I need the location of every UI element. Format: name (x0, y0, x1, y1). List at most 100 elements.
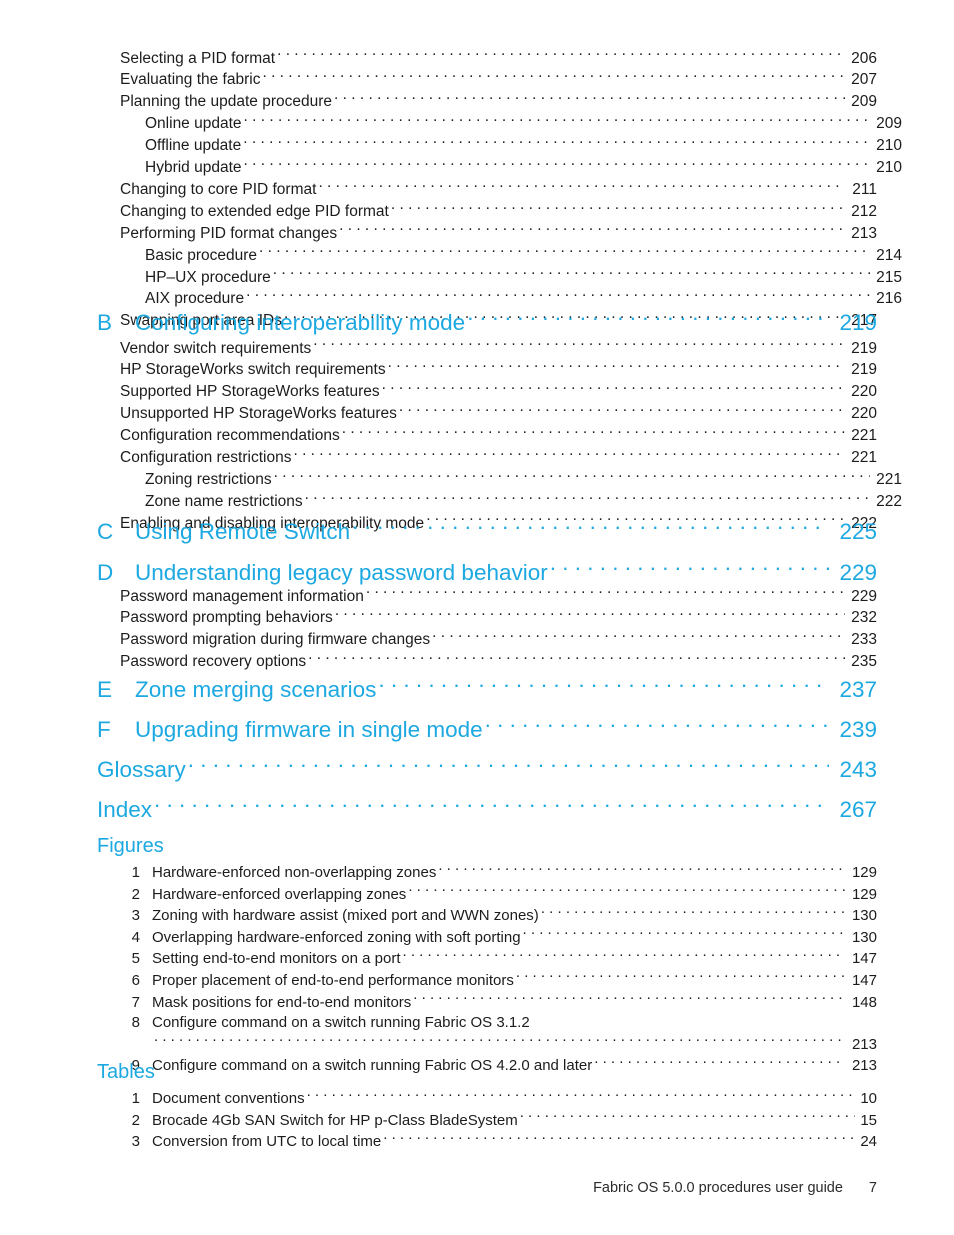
dot-leader (244, 113, 870, 129)
toc-entry[interactable]: Zone name restrictions 222 (120, 490, 902, 512)
toc-entry[interactable]: Configuration restrictions 221 (120, 447, 877, 469)
toc-entry[interactable]: Changing to extended edge PID format 212 (120, 200, 877, 222)
toc-chapter-f[interactable]: F Upgrading firmware in single mode 239 (97, 714, 877, 744)
toc-section-appendix-d-entries: Password management information229Passwo… (120, 585, 877, 673)
figure-caption: Hardware-enforced overlapping zones (152, 885, 407, 903)
toc-entry[interactable]: Supported HP StorageWorks features 220 (120, 381, 877, 403)
figure-list-item[interactable]: 5 Setting end-to-end monitors on a port 14… (110, 948, 877, 970)
figure-page-number: 129 (851, 864, 877, 881)
figure-number: 1 (131, 864, 140, 881)
figure-list-item[interactable]: 9 Configure command on a switch running F… (110, 1055, 877, 1077)
table-caption: Conversion from UTC to local time (152, 1133, 382, 1151)
dot-leader (342, 425, 845, 441)
toc-entry-label: Performing PID format changes (120, 224, 338, 242)
toc-entry[interactable]: Selecting a PID format 206 (120, 47, 877, 69)
toc-entry[interactable]: HP–UX procedure 215 (120, 266, 902, 288)
toc-entry[interactable]: Unsupported HP StorageWorks features 220 (120, 403, 877, 425)
toc-entry-page-number: 219 (851, 339, 877, 357)
toc-entry[interactable]: Planning the update procedure 209 (120, 91, 877, 113)
table-page-number: 10 (860, 1090, 877, 1107)
chapter-letter: B (97, 309, 113, 335)
toc-entry-label: Configuration restrictions (120, 449, 292, 467)
figure-caption: Mask positions for end-to-end monitors (152, 993, 412, 1011)
toc-entry-label: Vendor switch requirements (120, 339, 312, 357)
toc-entry[interactable]: HP StorageWorks switch requirements 219 (120, 359, 877, 381)
figure-list-item[interactable]: 3 Zoning with hardware assist (mixed port… (110, 905, 877, 927)
dot-leader (307, 1088, 855, 1103)
toc-entry[interactable]: Password recovery options 235 (120, 651, 877, 673)
table-number: 3 (131, 1133, 140, 1151)
figure-list-item[interactable]: 4 Overlapping hardware-enforced zoning wi… (110, 927, 877, 949)
figure-caption: Overlapping hardware-enforced zoning wit… (152, 928, 521, 946)
toc-section-appendix-b-entries: Vendor switch requirements 219 HP StorageW… (120, 337, 902, 534)
figure-list-item[interactable]: 8 Configure command on a switch running F… (110, 1013, 877, 1034)
toc-entry[interactable]: Password migration during firmware chang… (120, 629, 877, 651)
toc-entry[interactable]: Changing to core PID format 211 (120, 178, 877, 200)
figure-number: 6 (131, 971, 140, 989)
dot-leader (313, 337, 845, 353)
toc-entry-label: Hybrid update (145, 159, 242, 177)
dot-leader (154, 794, 829, 817)
footer-page-number: 7 (868, 1180, 877, 1196)
toc-glossary[interactable]: Glossary 243 (97, 754, 877, 784)
figure-page-number: 213 (851, 1057, 877, 1075)
dot-leader (399, 403, 845, 419)
table-page-number: 24 (860, 1133, 877, 1151)
toc-entry[interactable]: Online update 209 (120, 113, 902, 135)
chapter-page-number: 239 (839, 716, 877, 742)
glossary-page-number: 243 (839, 756, 877, 782)
toc-entry[interactable]: Basic procedure 214 (120, 244, 902, 266)
chapter-page-number: 225 (839, 518, 877, 544)
figure-list-item[interactable]: 1 Hardware-enforced non-overlapping zones… (110, 862, 877, 884)
toc-entry[interactable]: Configuration recommendations 221 (120, 425, 877, 447)
table-list-item[interactable]: 2 Brocade 4Gb SAN Switch for HP p-Class B… (110, 1110, 877, 1132)
toc-entry-page-number: 213 (851, 224, 877, 242)
toc-chapter-c[interactable]: C Using Remote Switch 225 (97, 516, 877, 546)
figure-list-item[interactable]: 2 Hardware-enforced overlapping zones 129 (110, 884, 877, 906)
toc-chapter-b[interactable]: B Configuring interoperability mode 219 (97, 307, 877, 337)
dot-leader (246, 288, 870, 304)
figures-list: 1 Hardware-enforced non-overlapping zones… (110, 862, 877, 1077)
chapter-page-number: 229 (839, 559, 877, 585)
toc-chapter-e[interactable]: E Zone merging scenarios 237 (97, 674, 877, 704)
toc-entry-page-number: 210 (876, 159, 902, 177)
dot-leader (467, 307, 829, 330)
dot-leader (273, 266, 870, 282)
dot-leader (520, 1110, 855, 1125)
toc-entry[interactable]: Hybrid update 210 (120, 157, 902, 179)
toc-chapter-d[interactable]: D Understanding legacy password behavior… (97, 557, 877, 587)
tables-list: 1 Document conventions 10 2 Brocade 4Gb SAN … (110, 1088, 877, 1153)
chapter-title: Configuring interoperability mode (135, 309, 466, 335)
toc-entry-label: Supported HP StorageWorks features (120, 383, 380, 401)
table-list-item[interactable]: 3 Conversion from UTC to local time 24 (110, 1131, 877, 1153)
toc-entry[interactable]: Evaluating the fabric 207 (120, 69, 877, 91)
toc-entry-label: Evaluating the fabric (120, 71, 261, 89)
toc-entry[interactable]: Offline update 210 (120, 135, 902, 157)
dot-leader (383, 1131, 855, 1146)
chapter-letter: E (97, 676, 113, 702)
footer-document-title: Fabric OS 5.0.0 procedures user guide (593, 1180, 843, 1196)
dot-leader (378, 674, 829, 697)
dot-leader (541, 905, 845, 920)
toc-entry[interactable]: Performing PID format changes 213 (120, 222, 877, 244)
table-list-item[interactable]: 1 Document conventions 10 (110, 1088, 877, 1110)
toc-entry-page-number: 233 (851, 631, 877, 649)
toc-entry[interactable]: Vendor switch requirements 219 (120, 337, 877, 359)
table-caption: Document conventions (152, 1090, 305, 1107)
figure-number: 7 (131, 993, 140, 1011)
toc-entry[interactable]: Password prompting behaviors 232 (120, 607, 877, 629)
toc-entry[interactable]: Password management information 229 (120, 585, 877, 607)
toc-entry[interactable]: Zoning restrictions 221 (120, 468, 902, 490)
figure-list-item[interactable]: 7 Mask positions for end-to-end monitors 1… (110, 992, 877, 1014)
toc-entry-label: Offline update (145, 137, 242, 155)
toc-entry-label: Zoning restrictions (145, 470, 272, 488)
toc-entry-page-number: 214 (876, 246, 902, 264)
figure-number: 8 (131, 1014, 140, 1032)
figure-number: 2 (131, 885, 140, 903)
figure-list-item[interactable]: 6 Proper placement of end-to-end performa… (110, 970, 877, 992)
toc-index[interactable]: Index 267 (97, 794, 877, 824)
toc-entry-page-number: 212 (851, 202, 877, 220)
toc-entry-page-number: 206 (851, 49, 877, 67)
dot-leader (308, 651, 845, 667)
toc-entry-label: Configuration recommendations (120, 427, 340, 445)
